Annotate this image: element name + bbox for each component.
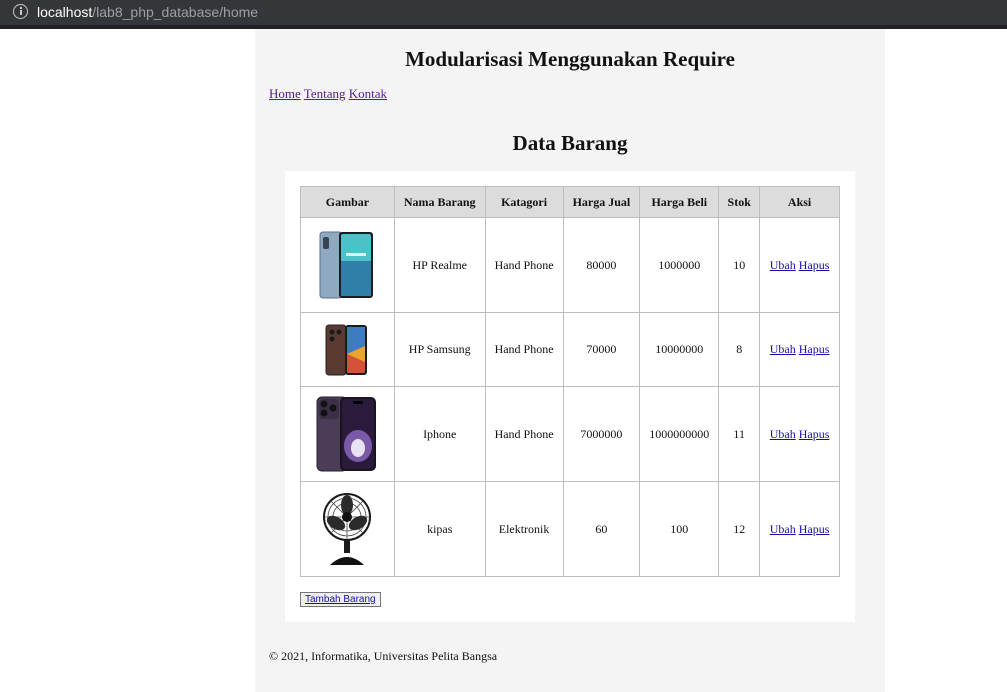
data-table: Gambar Nama Barang Katagori Harga Jual H…	[300, 186, 840, 577]
cell-actions: Ubah Hapus	[759, 312, 840, 387]
cell-image	[300, 386, 395, 482]
column-header-aksi: Aksi	[759, 186, 840, 218]
column-header-gambar: Gambar	[300, 186, 395, 218]
cell-buy-price: 10000000	[639, 312, 720, 387]
content-box: Gambar Nama Barang Katagori Harga Jual H…	[285, 171, 855, 622]
cell-category: Hand Phone	[484, 386, 564, 482]
table-row: HP Realme Hand Phone 80000 1000000 10 Ub…	[300, 217, 840, 313]
table-header-row: Gambar Nama Barang Katagori Harga Jual H…	[300, 186, 840, 218]
cell-name: kipas	[393, 481, 486, 577]
column-header-katagori: Katagori	[484, 186, 564, 218]
column-header-harga-beli: Harga Beli	[639, 186, 720, 218]
delete-link[interactable]: Hapus	[799, 522, 830, 536]
address-url[interactable]: localhost/lab8_php_database/home	[37, 3, 258, 21]
cell-sell-price: 80000	[562, 217, 641, 313]
page-heading: Data Barang	[512, 131, 628, 155]
url-path: /lab8_php_database/home	[92, 4, 259, 20]
cell-stock: 11	[718, 386, 761, 482]
cell-name: Iphone	[393, 386, 486, 482]
cell-sell-price: 60	[562, 481, 641, 577]
delete-link[interactable]: Hapus	[799, 342, 830, 356]
add-item-button[interactable]: Tambah Barang	[300, 592, 381, 607]
cell-sell-price: 70000	[562, 312, 641, 387]
cell-buy-price: 1000000000	[639, 386, 720, 482]
cell-buy-price: 100	[639, 481, 720, 577]
nav-link-home[interactable]: Home	[269, 86, 301, 101]
table-row: Iphone Hand Phone 7000000 1000000000 11 …	[300, 386, 840, 482]
browser-address-bar: localhost/lab8_php_database/home	[0, 0, 1007, 29]
page-container: Modularisasi Menggunakan Require Home Te…	[255, 29, 885, 692]
cell-name: HP Realme	[393, 217, 486, 313]
edit-link[interactable]: Ubah	[770, 522, 796, 536]
edit-link[interactable]: Ubah	[770, 427, 796, 441]
cell-actions: Ubah Hapus	[759, 217, 840, 313]
cell-buy-price: 1000000	[639, 217, 720, 313]
cell-image	[300, 481, 395, 577]
table-row: HP Samsung Hand Phone 70000 10000000 8 U…	[300, 312, 840, 387]
edit-link[interactable]: Ubah	[770, 258, 796, 272]
column-header-harga-jual: Harga Jual	[562, 186, 641, 218]
cell-stock: 10	[718, 217, 761, 313]
site-title: Modularisasi Menggunakan Require	[405, 47, 735, 71]
cell-stock: 8	[718, 312, 761, 387]
column-header-stok: Stok	[718, 186, 761, 218]
cell-image	[300, 312, 395, 387]
edit-link[interactable]: Ubah	[770, 342, 796, 356]
column-header-nama-barang: Nama Barang	[393, 186, 486, 218]
cell-actions: Ubah Hapus	[759, 481, 840, 577]
cell-category: Hand Phone	[484, 217, 564, 313]
phone-realme-image	[319, 231, 374, 299]
info-icon[interactable]	[13, 4, 28, 19]
table-row: kipas Elektronik 60 100 12 Ubah Hapus	[300, 481, 840, 577]
fan-image	[323, 493, 372, 565]
cell-category: Elektronik	[484, 481, 564, 577]
phone-samsung-image	[325, 324, 368, 375]
delete-link[interactable]: Hapus	[799, 258, 830, 272]
cell-stock: 12	[718, 481, 761, 577]
cell-category: Hand Phone	[484, 312, 564, 387]
cell-actions: Ubah Hapus	[759, 386, 840, 482]
delete-link[interactable]: Hapus	[799, 427, 830, 441]
cell-sell-price: 7000000	[562, 386, 641, 482]
nav-link-kontak[interactable]: Kontak	[349, 86, 387, 101]
cell-name: HP Samsung	[393, 312, 486, 387]
main-nav: Home Tentang Kontak	[269, 86, 387, 102]
nav-link-tentang[interactable]: Tentang	[304, 86, 346, 101]
iphone-image	[316, 396, 377, 472]
footer-text: © 2021, Informatika, Universitas Pelita …	[269, 649, 498, 663]
url-host: localhost	[37, 4, 93, 20]
cell-image	[300, 217, 395, 313]
